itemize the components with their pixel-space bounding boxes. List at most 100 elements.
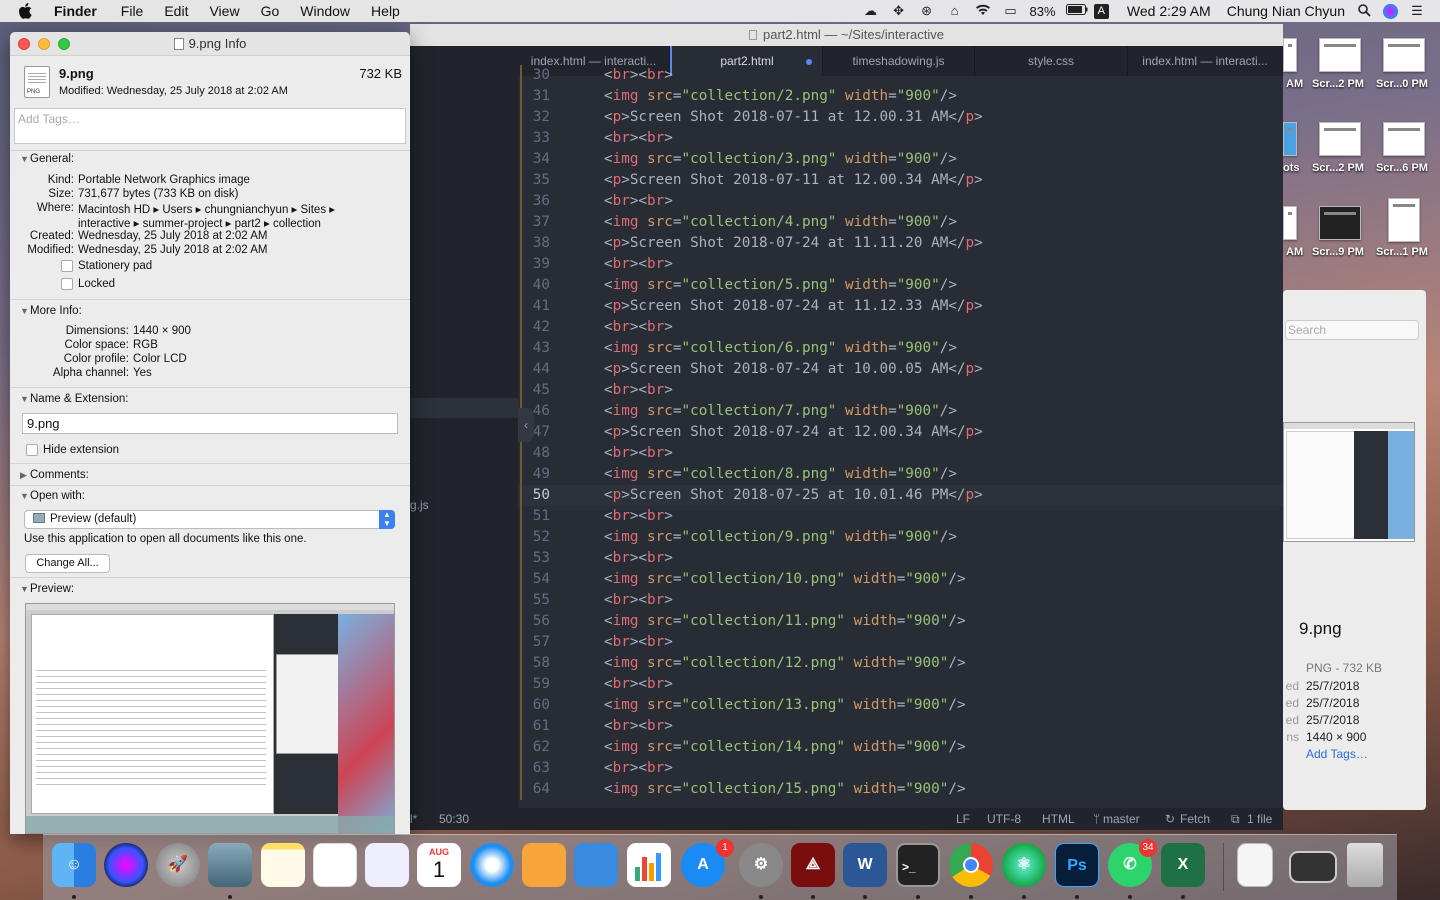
time-machine-icon[interactable]: ⊛ <box>918 4 936 18</box>
desktop-label[interactable]: ots <box>1283 162 1300 174</box>
user-name[interactable]: Chung Nian Chyun <box>1227 3 1345 19</box>
line-number[interactable]: 60 <box>518 695 550 716</box>
status-files[interactable]: 1 file <box>1247 808 1272 830</box>
spotlight-icon[interactable] <box>1355 4 1373 18</box>
menu-view[interactable]: View <box>209 3 239 19</box>
menu-go[interactable]: Go <box>261 3 280 19</box>
code-line[interactable]: 51 <br><br> <box>518 506 1283 527</box>
code-line[interactable]: 62 <img src="collection/14.png" width="90… <box>518 737 1283 758</box>
code-line[interactable]: 32 <p>Screen Shot 2018-07-11 at 12.00.31 … <box>518 107 1283 128</box>
open-with-section-header[interactable]: ▼Open with: <box>20 490 85 502</box>
hide-extension-checkbox[interactable] <box>26 444 38 456</box>
code-line[interactable]: 63 <br><br> <box>518 758 1283 779</box>
general-section-header[interactable]: ▼General: <box>20 153 74 165</box>
code-line[interactable]: 60 <img src="collection/13.png" width="90… <box>518 695 1283 716</box>
siri-icon[interactable] <box>1383 3 1398 19</box>
excel-dock-icon[interactable]: X <box>1161 843 1205 887</box>
desktop-icon[interactable] <box>1319 122 1361 156</box>
photos-dock-icon[interactable] <box>365 843 409 887</box>
line-number[interactable]: 43 <box>518 338 550 359</box>
code-line[interactable]: 57 <br><br> <box>518 632 1283 653</box>
status-line-ending[interactable]: LF <box>956 808 970 830</box>
desktop-label[interactable]: Scr...6 PM <box>1376 162 1428 174</box>
line-number[interactable]: 37 <box>518 212 550 233</box>
more-info-section-header[interactable]: ▼More Info: <box>20 305 82 317</box>
line-number[interactable]: 54 <box>518 569 550 590</box>
preview-window-dock-icon[interactable] <box>1289 851 1337 883</box>
trash-dock-icon[interactable] <box>1347 843 1383 887</box>
code-line[interactable]: 39 <br><br> <box>518 254 1283 275</box>
desktop-label[interactable]: Scr...9 PM <box>1312 246 1364 258</box>
line-number[interactable]: 63 <box>518 758 550 779</box>
line-number[interactable]: 42 <box>518 317 550 338</box>
code-line[interactable]: 38 <p>Screen Shot 2018-07-24 at 11.11.20 … <box>518 233 1283 254</box>
desktop-icon[interactable] <box>1283 38 1297 72</box>
editor-title-bar[interactable]: part2.html — ~/Sites/interactive <box>410 24 1283 46</box>
open-with-select[interactable]: Preview (default) ▲ ▼ <box>24 510 395 529</box>
launchpad-dock-icon[interactable]: 🚀 <box>156 843 200 887</box>
locked-checkbox[interactable] <box>61 278 73 290</box>
code-line[interactable]: 58 <img src="collection/12.png" width="90… <box>518 653 1283 674</box>
chrome-dock-icon[interactable] <box>949 843 993 887</box>
code-line[interactable]: 43 <img src="collection/6.png" width="900… <box>518 338 1283 359</box>
line-number[interactable]: 44 <box>518 359 550 380</box>
desktop-label[interactable]: AM <box>1286 246 1303 258</box>
stationery-pad-checkbox[interactable] <box>61 260 73 272</box>
keynote-dock-icon[interactable] <box>574 843 618 887</box>
line-number[interactable]: 51 <box>518 506 550 527</box>
comments-section-header[interactable]: ▶ Comments: <box>20 469 89 481</box>
code-line[interactable]: 35 <p>Screen Shot 2018-07-11 at 12.00.34 … <box>518 170 1283 191</box>
code-line[interactable]: 33 <br><br> <box>518 128 1283 149</box>
system-preferences-dock-icon[interactable]: ⚙ <box>739 843 783 887</box>
code-line[interactable]: 52 <img src="collection/9.png" width="900… <box>518 527 1283 548</box>
line-number[interactable]: 62 <box>518 737 550 758</box>
line-number[interactable]: 59 <box>518 674 550 695</box>
pages-dock-icon[interactable] <box>522 843 566 887</box>
word-dock-icon[interactable]: W <box>843 843 887 887</box>
status-fetch[interactable]: Fetch <box>1180 808 1210 830</box>
code-line[interactable]: 54 <img src="collection/10.png" width="90… <box>518 569 1283 590</box>
line-number[interactable]: 31 <box>518 86 550 107</box>
code-line[interactable]: 31 <img src="collection/2.png" width="900… <box>518 86 1283 107</box>
apple-menu-icon[interactable] <box>18 3 38 19</box>
change-all-button[interactable]: Change All... <box>25 554 110 573</box>
code-line[interactable]: 48 <br><br> <box>518 443 1283 464</box>
document-dock-icon[interactable] <box>1237 843 1273 887</box>
code-editor[interactable]: 30 <br><br> 31 <img src="collection/2.png" … <box>518 65 1283 808</box>
code-line[interactable]: 36 <br><br> <box>518 191 1283 212</box>
code-line[interactable]: 50 <p>Screen Shot 2018-07-25 at 10.01.46 … <box>518 485 1283 506</box>
code-line[interactable]: 40 <img src="collection/5.png" width="900… <box>518 275 1283 296</box>
code-line[interactable]: 61 <br><br> <box>518 716 1283 737</box>
battery-percent[interactable]: 83% <box>1030 4 1056 19</box>
terminal-dock-icon[interactable]: >_ <box>896 843 940 887</box>
photoshop-dock-icon[interactable]: Ps <box>1055 843 1099 887</box>
code-line[interactable]: 55 <br><br> <box>518 590 1283 611</box>
desktop-icon[interactable] <box>1319 38 1361 72</box>
status-cursor-position[interactable]: 50:30 <box>439 808 469 830</box>
input-source-icon[interactable]: A <box>1093 3 1109 19</box>
finder-dock-icon[interactable]: ☺ <box>52 843 96 887</box>
code-line[interactable]: 42 <br><br> <box>518 317 1283 338</box>
desktop-label[interactable]: Scr...2 PM <box>1312 162 1364 174</box>
line-number[interactable]: 55 <box>518 590 550 611</box>
desktop-icon[interactable] <box>1283 206 1297 240</box>
line-number[interactable]: 41 <box>518 296 550 317</box>
line-number[interactable]: 30 <box>518 65 550 86</box>
line-number[interactable]: 33 <box>518 128 550 149</box>
code-line[interactable]: 37 <img src="collection/4.png" width="900… <box>518 212 1283 233</box>
line-number[interactable]: 39 <box>518 254 550 275</box>
preview-dock-icon[interactable] <box>208 843 252 887</box>
line-number[interactable]: 35 <box>518 170 550 191</box>
code-line[interactable]: 49 <img src="collection/8.png" width="900… <box>518 464 1283 485</box>
desktop-icon[interactable] <box>1383 122 1425 156</box>
line-number[interactable]: 45 <box>518 380 550 401</box>
siri-dock-icon[interactable] <box>104 843 148 887</box>
status-file-path[interactable]: l* <box>410 808 417 830</box>
code-line[interactable]: 45 <br><br> <box>518 380 1283 401</box>
line-number[interactable]: 50 <box>518 485 550 506</box>
line-number[interactable]: 32 <box>518 107 550 128</box>
code-line[interactable]: 34 <img src="collection/3.png" width="900… <box>518 149 1283 170</box>
menu-window[interactable]: Window <box>300 3 350 19</box>
desktop-label[interactable]: Scr...1 PM <box>1376 246 1428 258</box>
reminders-dock-icon[interactable] <box>313 843 357 887</box>
